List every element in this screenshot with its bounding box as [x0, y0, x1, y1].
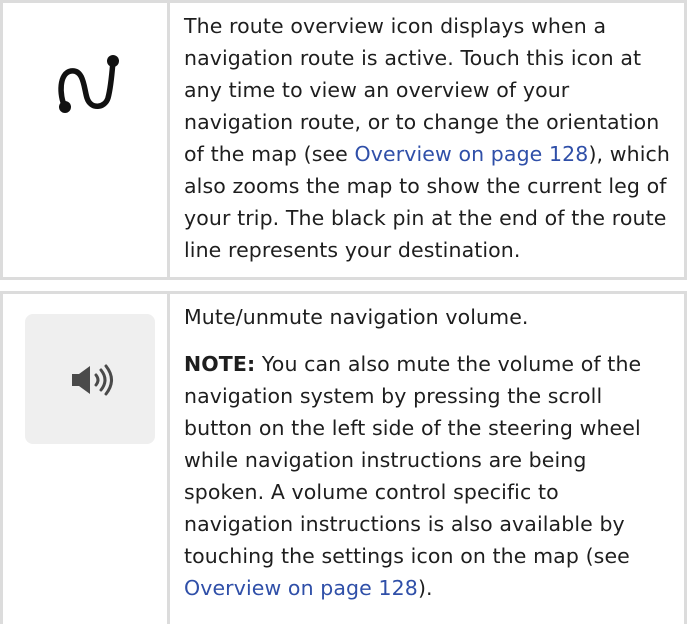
mute-description: Mute/unmute navigation volume. NOTE: You…	[170, 294, 684, 624]
overview-link[interactable]: Overview on page 128	[355, 142, 589, 166]
icon-cell	[3, 294, 170, 624]
volume-icon-box	[25, 314, 155, 444]
mute-title: Mute/unmute navigation volume.	[184, 305, 529, 329]
overview-link[interactable]: Overview on page 128	[184, 576, 418, 600]
route-overview-description: The route overview icon displays when a …	[170, 3, 684, 277]
icon-cell	[3, 3, 170, 277]
mute-row: Mute/unmute navigation volume. NOTE: You…	[0, 291, 687, 624]
route-overview-icon	[58, 55, 119, 113]
route-overview-row: The route overview icon displays when a …	[0, 0, 687, 280]
manual-page: The route overview icon displays when a …	[0, 0, 687, 624]
note-text-2: ).	[417, 576, 433, 600]
route-overview-paragraph: The route overview icon displays when a …	[184, 10, 672, 266]
note-label: NOTE:	[184, 352, 256, 376]
mute-note: NOTE: You can also mute the volume of th…	[184, 348, 672, 604]
volume-icon	[72, 364, 113, 396]
note-text-1: You can also mute the volume of the navi…	[184, 352, 642, 568]
